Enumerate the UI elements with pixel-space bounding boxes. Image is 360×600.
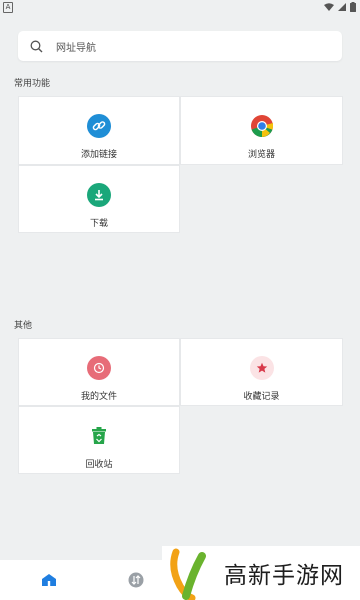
favorites-label: 收藏记录: [243, 392, 280, 402]
recycle-bin-label: 回收站: [85, 460, 113, 470]
battery-icon: [350, 2, 356, 12]
watermark-text: 高新手游网: [224, 563, 344, 589]
my-files-button[interactable]: 我的文件: [18, 338, 180, 406]
section-title-other: 其他: [14, 321, 33, 331]
watermark-logo: [170, 548, 206, 600]
favorites-button[interactable]: 收藏记录: [180, 338, 343, 406]
add-link-label: 添加链接: [80, 150, 117, 160]
sort-icon: [128, 572, 144, 588]
search-placeholder: 网址导航: [56, 42, 96, 54]
chrome-icon: [250, 114, 274, 138]
sort-tab[interactable]: [127, 571, 145, 589]
watermark: 高新手游网: [162, 546, 360, 600]
link-icon: [87, 114, 111, 138]
download-label: 下载: [89, 219, 108, 229]
search-bar[interactable]: 网址导航: [18, 31, 342, 61]
status-bar: A: [0, 0, 360, 14]
download-button[interactable]: 下载: [18, 165, 180, 233]
notification-icon: A: [3, 2, 13, 13]
recycle-bin-button[interactable]: 回收站: [18, 406, 180, 474]
browser-button[interactable]: 浏览器: [180, 96, 343, 165]
home-icon: [42, 574, 56, 586]
recycle-icon: [87, 424, 111, 448]
status-icons: [324, 2, 356, 12]
signal-icon: [338, 3, 346, 11]
my-files-label: 我的文件: [80, 392, 117, 402]
star-icon: [249, 356, 274, 380]
wifi-icon: [324, 3, 334, 11]
browser-label: 浏览器: [247, 150, 275, 160]
download-icon: [87, 183, 111, 207]
add-link-button[interactable]: 添加链接: [18, 96, 180, 165]
home-tab[interactable]: [40, 571, 58, 589]
section-title-common: 常用功能: [14, 79, 51, 89]
search-icon: [29, 39, 43, 53]
file-clock-icon: [87, 356, 111, 380]
